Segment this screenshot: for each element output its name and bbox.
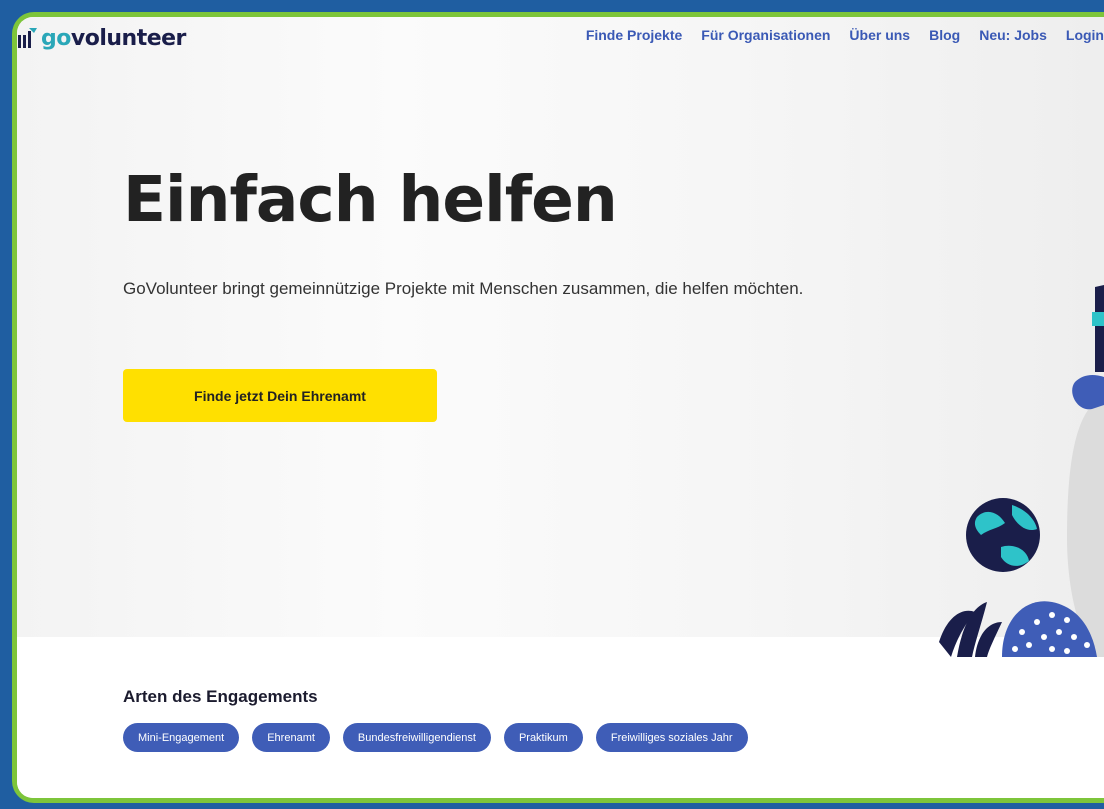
find-volunteering-button[interactable]: Finde jetzt Dein Ehrenamt — [123, 369, 437, 422]
tag-praktikum[interactable]: Praktikum — [503, 723, 583, 752]
logo-text-suffix: volunteer — [70, 25, 187, 51]
logo-text: govolunteer — [41, 26, 186, 51]
hero-headline: Einfach helfen — [123, 163, 618, 236]
engagement-title: Arten des Engagements — [123, 687, 318, 706]
engagement-tags: Mini-Engagement Ehrenamt Bundesfreiwilli… — [123, 723, 761, 752]
tag-bundesfreiwilligendienst[interactable]: Bundesfreiwilligendienst — [342, 723, 491, 752]
logo-text-prefix: go — [41, 25, 71, 51]
main-nav: Finde Projekte Für Organisationen Über u… — [567, 27, 1104, 43]
logo-mark-icon — [17, 27, 39, 49]
tag-mini-engagement[interactable]: Mini-Engagement — [123, 723, 240, 752]
tag-ehrenamt[interactable]: Ehrenamt — [252, 723, 330, 752]
browser-page: govolunteer Finde Projekte Für Organisat… — [17, 17, 1104, 798]
hero-subtitle: GoVolunteer bringt gemeinnützige Projekt… — [123, 279, 804, 298]
govolunteer-logo[interactable]: govolunteer — [17, 23, 186, 53]
nav-ueber-uns[interactable]: Über uns — [849, 27, 910, 43]
nav-fuer-organisationen[interactable]: Für Organisationen — [701, 27, 830, 43]
tag-freiwilliges-soziales-jahr[interactable]: Freiwilliges soziales Jahr — [595, 723, 748, 752]
nav-finde-projekte[interactable]: Finde Projekte — [586, 27, 682, 43]
nav-jobs[interactable]: Neu: Jobs — [979, 27, 1047, 43]
nav-login[interactable]: Login — [1066, 27, 1104, 43]
nav-blog[interactable]: Blog — [929, 27, 960, 43]
hero-illustration — [939, 285, 1104, 657]
engagement-section — [17, 637, 1104, 798]
